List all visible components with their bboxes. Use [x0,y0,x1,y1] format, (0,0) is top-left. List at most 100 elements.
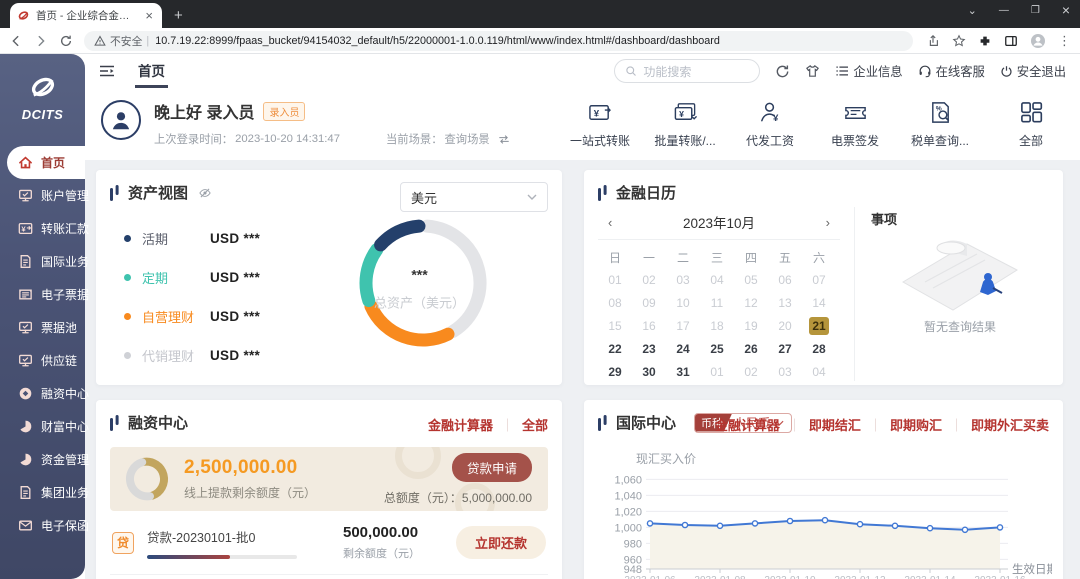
calendar-day[interactable]: 29 [605,363,625,381]
window-controls: ⌄ — ❐ × [968,2,1070,18]
calendar-day[interactable]: 14 [809,294,829,312]
calendar-day[interactable]: 01 [707,363,727,381]
sidebar-item-wealth[interactable]: 财富中心 [7,410,85,443]
calendar-day[interactable]: 20 [775,317,795,335]
calendar-day[interactable]: 09 [639,294,659,312]
role-badge: 录入员 [263,102,305,121]
sidebar-item-supply-chain[interactable]: 供应链 [7,344,85,377]
currency-select[interactable]: 美元 [400,182,548,212]
function-search-input[interactable]: 功能搜索 [614,59,760,83]
calendar-day[interactable]: 16 [639,317,659,335]
browser-menu-dots-icon[interactable]: ⋮ [1058,33,1071,49]
theme-skin-icon[interactable] [805,64,820,79]
tab-close-icon[interactable]: × [143,9,155,22]
sidebar-item-intl[interactable]: 国际业务 [7,245,85,278]
window-restore-icon[interactable]: ❐ [1031,5,1040,16]
sidebar-item-bill-pool[interactable]: 票据池 [7,311,85,344]
calendar-day[interactable]: 27 [775,340,795,358]
refresh-icon[interactable] [775,64,790,79]
sidebar-item-e-guarantee[interactable]: 电子保函 [7,509,85,542]
collapse-menu-icon[interactable] [99,64,115,78]
calendar-day[interactable]: 26 [741,340,761,358]
sidebar-item-financing[interactable]: 融资中心 [7,377,85,410]
quick-action-e-bill-issue[interactable]: 电票签发 [826,100,884,149]
window-close-icon[interactable]: × [1062,2,1070,18]
quick-action-all[interactable]: 全部 [1002,100,1060,149]
calendar-day[interactable]: 04 [809,363,829,381]
window-menu-icon[interactable]: ⌄ [968,4,977,17]
calendar-next-icon[interactable]: › [822,215,834,230]
url-bar[interactable]: 不安全 | 10.7.19.22:8999/fpaas_bucket/94154… [84,31,913,51]
calendar-day[interactable]: 28 [809,340,829,358]
calendar-day[interactable]: 06 [775,271,795,289]
calendar-day[interactable]: 10 [673,294,693,312]
sidebar-item-e-bill[interactable]: 电子票据 [7,278,85,311]
legend-row[interactable]: 活期USD *** [124,229,315,248]
invoice-icon [18,287,33,302]
side-panel-icon[interactable] [1004,34,1018,48]
warning-triangle-icon [94,35,106,47]
sidebar-item-transfer[interactable]: ¥转账汇款 [7,212,85,245]
profile-avatar-icon[interactable] [1030,33,1046,49]
quick-action-tax-query[interactable]: %税单查询... [911,100,969,149]
window-minimize-icon[interactable]: — [999,5,1009,16]
reload-icon[interactable] [59,34,73,48]
calendar-day[interactable]: 05 [741,271,761,289]
repay-now-button[interactable]: 立即还款 [456,526,546,559]
calendar-day[interactable]: 07 [809,271,829,289]
financing-link-1[interactable]: 全部 [522,415,548,434]
calendar-prev-icon[interactable]: ‹ [604,215,616,230]
loan-apply-button[interactable]: 贷款申请 [452,453,532,482]
calendar-day[interactable]: 31 [673,363,693,381]
enterprise-info-link[interactable]: 企业信息 [835,62,902,80]
back-icon[interactable] [9,34,23,48]
calendar-day[interactable]: 03 [673,271,693,289]
new-tab-button[interactable]: + [174,7,183,24]
calendar-day[interactable]: 22 [605,340,625,358]
financing-link-0[interactable]: 金融计算器 [428,415,493,434]
eye-off-icon[interactable] [198,187,212,199]
sidebar-item-home[interactable]: 首页 [7,146,85,179]
legend-row[interactable]: 代销理财USD *** [124,346,315,365]
tab-home[interactable]: 首页 [135,54,168,88]
sidebar-item-group[interactable]: 集团业务 [7,476,85,509]
international-link-3[interactable]: 即期外汇买卖 [971,415,1049,434]
online-service-link[interactable]: 在线客服 [918,62,985,80]
forward-icon[interactable] [34,34,48,48]
calendar-day[interactable]: 15 [605,317,625,335]
international-link-0[interactable]: 金融计算器 [715,415,780,434]
calendar-day[interactable]: 02 [639,271,659,289]
calendar-day[interactable]: 25 [707,340,727,358]
sidebar-item-funds[interactable]: 资金管理 [7,443,85,476]
international-links: 金融计算器｜即期结汇｜即期购汇｜即期外汇买卖 [715,415,1049,434]
legend-row[interactable]: 定期USD *** [124,268,315,287]
bookmark-star-icon[interactable] [952,34,966,48]
calendar-day[interactable]: 04 [707,271,727,289]
calendar-day[interactable]: 19 [741,317,761,335]
browser-tab[interactable]: 首页 - 企业综合金融服务平台 × [10,3,162,28]
calendar-day[interactable]: 03 [775,363,795,381]
calendar-day[interactable]: 13 [775,294,795,312]
international-link-2[interactable]: 即期购汇 [890,415,942,434]
calendar-day[interactable]: 23 [639,340,659,358]
share-icon[interactable] [926,34,940,48]
sidebar-item-accounts[interactable]: 账户管理 [7,179,85,212]
calendar-day[interactable]: 24 [673,340,693,358]
calendar-day[interactable]: 12 [741,294,761,312]
quick-action-batch-transfer[interactable]: ¥批量转账/... [656,100,714,149]
quick-action-one-stop-transfer[interactable]: ¥一站式转账 [571,100,629,149]
calendar-day[interactable]: 02 [741,363,761,381]
extensions-puzzle-icon[interactable] [978,34,992,48]
calendar-day[interactable]: 18 [707,317,727,335]
calendar-day[interactable]: 11 [707,294,727,312]
calendar-day[interactable]: 17 [673,317,693,335]
calendar-day[interactable]: 08 [605,294,625,312]
legend-row[interactable]: 自营理财USD *** [124,307,315,326]
quick-action-payroll[interactable]: ¥代发工资 [741,100,799,149]
calendar-day[interactable]: 30 [639,363,659,381]
safe-exit-link[interactable]: 安全退出 [1000,62,1066,80]
calendar-day[interactable]: 01 [605,271,625,289]
international-link-1[interactable]: 即期结汇 [809,415,861,434]
switch-scene-icon[interactable] [498,134,510,145]
calendar-day-today[interactable]: 21 [809,317,829,335]
